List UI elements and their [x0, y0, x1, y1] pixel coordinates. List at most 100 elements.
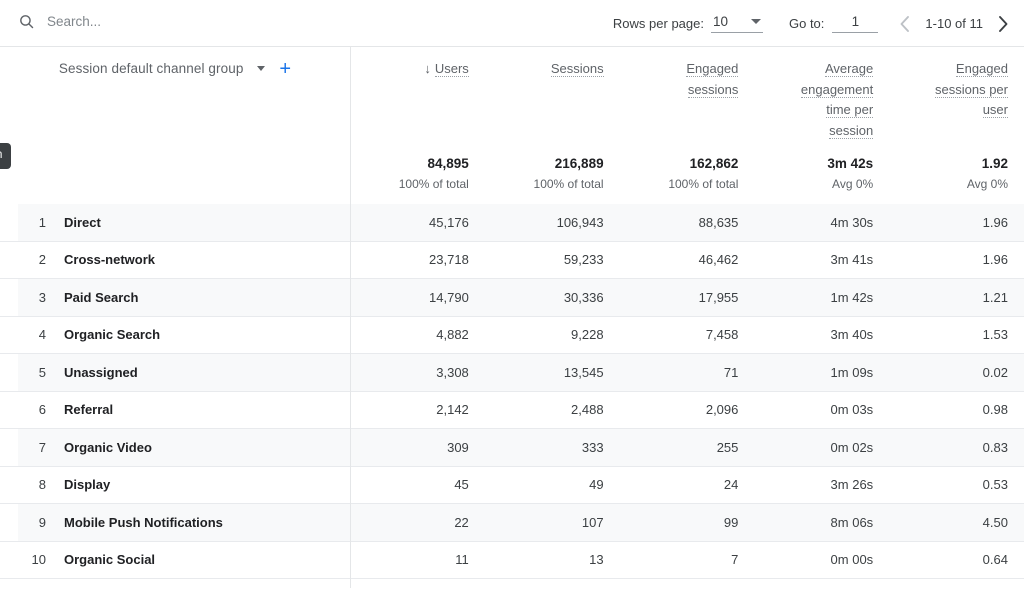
metric-header-label[interactable]: Average engagement time per session	[800, 59, 874, 141]
row-metric-value: 1.96	[982, 214, 1008, 230]
row-metric-value: 13,545	[563, 364, 604, 380]
hover-tooltip: ion	[0, 143, 12, 169]
metric-header-users: ↓ Users 84,895 100% of total	[350, 47, 485, 204]
metric-total: 3m 42s Avg 0%	[827, 155, 873, 193]
table-row[interactable]: 8 Display 45 49 24 3m 26s 0.53	[0, 467, 1024, 504]
metric-header-label[interactable]: Engaged sessions per user	[935, 59, 1008, 121]
row-metric-value: 0m 03s	[830, 402, 874, 418]
row-dimension-label[interactable]: Organic Search	[58, 327, 350, 342]
row-metric-cells: 23,718 59,233 46,462 3m 41s 1.96	[350, 242, 1024, 279]
metric-header-label[interactable]: Sessions	[550, 59, 604, 80]
metric-header-label[interactable]: ↓ Users	[424, 59, 469, 80]
row-metric-value: 4m 30s	[830, 214, 874, 230]
next-page-button[interactable]	[990, 11, 1016, 37]
rows-per-page-select[interactable]: 10	[710, 14, 763, 33]
page-range-label: 1-10 of 11	[925, 16, 983, 31]
row-metric-value: 2,142	[436, 402, 469, 418]
row-metric-value: 30,336	[563, 289, 604, 305]
table-body: 1 Direct 45,176 106,943 88,635 4m 30s 1.96 2 Cro…	[0, 204, 1024, 579]
metric-total: 216,889 100% of total	[534, 155, 604, 193]
row-dimension-label[interactable]: Cross-network	[58, 252, 350, 267]
metric-total-subtext: 100% of total	[533, 177, 604, 191]
row-metric-cells: 45 49 24 3m 26s 0.53	[350, 467, 1024, 504]
row-metric-cells: 4,882 9,228 7,458 3m 40s 1.53	[350, 317, 1024, 354]
previous-page-button[interactable]	[892, 11, 918, 37]
metric-total-value: 3m 42s	[827, 156, 874, 171]
row-metric-value: 7	[731, 552, 739, 568]
pagination-controls: Rows per page: 10 Go to: 1-10 of 11	[613, 0, 1016, 47]
row-dimension-label[interactable]: Unassigned	[58, 365, 350, 380]
metric-headers: ↓ Users 84,895 100% of total Sessions 216…	[350, 47, 1024, 204]
row-metric-value: 45	[454, 477, 469, 493]
metric-total-subtext: Avg 0%	[832, 177, 874, 191]
row-metric-value: 24	[723, 477, 739, 493]
plus-icon[interactable]: +	[279, 59, 291, 79]
dimension-header-cell: Session default channel group +	[0, 47, 350, 204]
row-metric-value: 46,462	[698, 252, 739, 268]
row-metric-value: 49	[589, 477, 604, 493]
table-row[interactable]: 10 Organic Social 11 13 7 0m 00s 0.64	[0, 542, 1024, 579]
table-toolbar: Rows per page: 10 Go to: 1-10 of 11	[0, 0, 1024, 47]
row-metric-value: 3m 40s	[830, 327, 874, 343]
table-row[interactable]: 9 Mobile Push Notifications 22 107 99 8m 06s 4…	[0, 504, 1024, 542]
row-metric-value: 23,718	[429, 252, 469, 268]
row-index: 8	[38, 477, 46, 493]
table-row[interactable]: 4 Organic Search 4,882 9,228 7,458 3m 40s 1.53	[0, 317, 1024, 354]
row-metric-value: 1.53	[982, 327, 1008, 343]
row-metric-value: 2,096	[705, 402, 739, 418]
row-dimension-label[interactable]: Mobile Push Notifications	[58, 515, 350, 530]
metric-total-value: 216,889	[554, 156, 604, 171]
row-index: 1	[38, 214, 46, 230]
row-metric-value: 59,233	[563, 252, 604, 268]
metric-total-subtext: 100% of total	[668, 177, 739, 191]
row-dimension-label[interactable]: Display	[58, 477, 350, 492]
analytics-table-page: Rows per page: 10 Go to: 1-10 of 11	[0, 0, 1024, 604]
row-index: 4	[38, 327, 46, 343]
search-box[interactable]	[18, 13, 377, 30]
row-metric-value: 71	[723, 364, 739, 380]
row-dimension-label[interactable]: Organic Social	[58, 552, 350, 567]
metric-header-engaged-sessions: Engaged sessions 162,862 100% of total	[620, 47, 755, 204]
metric-total-subtext: Avg 0%	[966, 177, 1008, 191]
table-row[interactable]: 7 Organic Video 309 333 255 0m 02s 0.83	[0, 429, 1024, 467]
rows-per-page-value: 10	[712, 14, 729, 29]
table-row[interactable]: 6 Referral 2,142 2,488 2,096 0m 03s 0.98	[0, 392, 1024, 429]
row-metric-value: 4,882	[436, 327, 469, 343]
row-dimension-label[interactable]: Organic Video	[58, 440, 350, 455]
row-metric-cells: 3,308 13,545 71 1m 09s 0.02	[350, 354, 1024, 391]
metric-header-sessions: Sessions 216,889 100% of total	[485, 47, 620, 204]
goto-page-input[interactable]	[832, 14, 879, 33]
search-input[interactable]	[47, 14, 377, 29]
row-metric-value: 7,458	[705, 327, 739, 343]
table-row[interactable]: 3 Paid Search 14,790 30,336 17,955 1m 42s 1.21	[0, 279, 1024, 317]
row-metric-value: 1m 09s	[830, 364, 874, 380]
row-metric-value: 88,635	[698, 214, 739, 230]
row-metric-value: 309	[447, 439, 469, 455]
metric-total-value: 162,862	[689, 156, 739, 171]
goto-label: Go to:	[788, 16, 825, 31]
metric-header-label[interactable]: Engaged sessions	[686, 59, 739, 100]
row-metric-value: 107	[581, 514, 604, 530]
table-row[interactable]: 5 Unassigned 3,308 13,545 71 1m 09s 0.02	[0, 354, 1024, 392]
table-row[interactable]: 1 Direct 45,176 106,943 88,635 4m 30s 1.96	[0, 204, 1024, 242]
row-dimension-label[interactable]: Referral	[58, 402, 350, 417]
row-metric-value: 9,228	[571, 327, 604, 343]
row-metric-cells: 309 333 255 0m 02s 0.83	[350, 429, 1024, 466]
row-metric-value: 1.96	[982, 252, 1008, 268]
chevron-down-icon[interactable]	[257, 66, 266, 71]
row-metric-value: 1.21	[982, 289, 1008, 305]
row-metric-cells: 45,176 106,943 88,635 4m 30s 1.96	[350, 204, 1024, 241]
search-icon	[18, 13, 35, 30]
row-metric-value: 3,308	[436, 364, 469, 380]
row-metric-cells: 22 107 99 8m 06s 4.50	[350, 504, 1024, 541]
row-index: 10	[31, 552, 46, 568]
row-metric-value: 333	[581, 439, 604, 455]
table-row[interactable]: 2 Cross-network 23,718 59,233 46,462 3m 41s 1.…	[0, 242, 1024, 279]
sort-descending-icon[interactable]: ↓	[424, 59, 431, 80]
dimension-selector-label[interactable]: Session default channel group	[59, 61, 244, 76]
row-metric-value: 0.02	[982, 364, 1008, 380]
metric-total-subtext: 100% of total	[398, 177, 469, 191]
row-dimension-label[interactable]: Direct	[58, 215, 350, 230]
row-metric-value: 0m 02s	[830, 439, 874, 455]
row-dimension-label[interactable]: Paid Search	[58, 290, 350, 305]
